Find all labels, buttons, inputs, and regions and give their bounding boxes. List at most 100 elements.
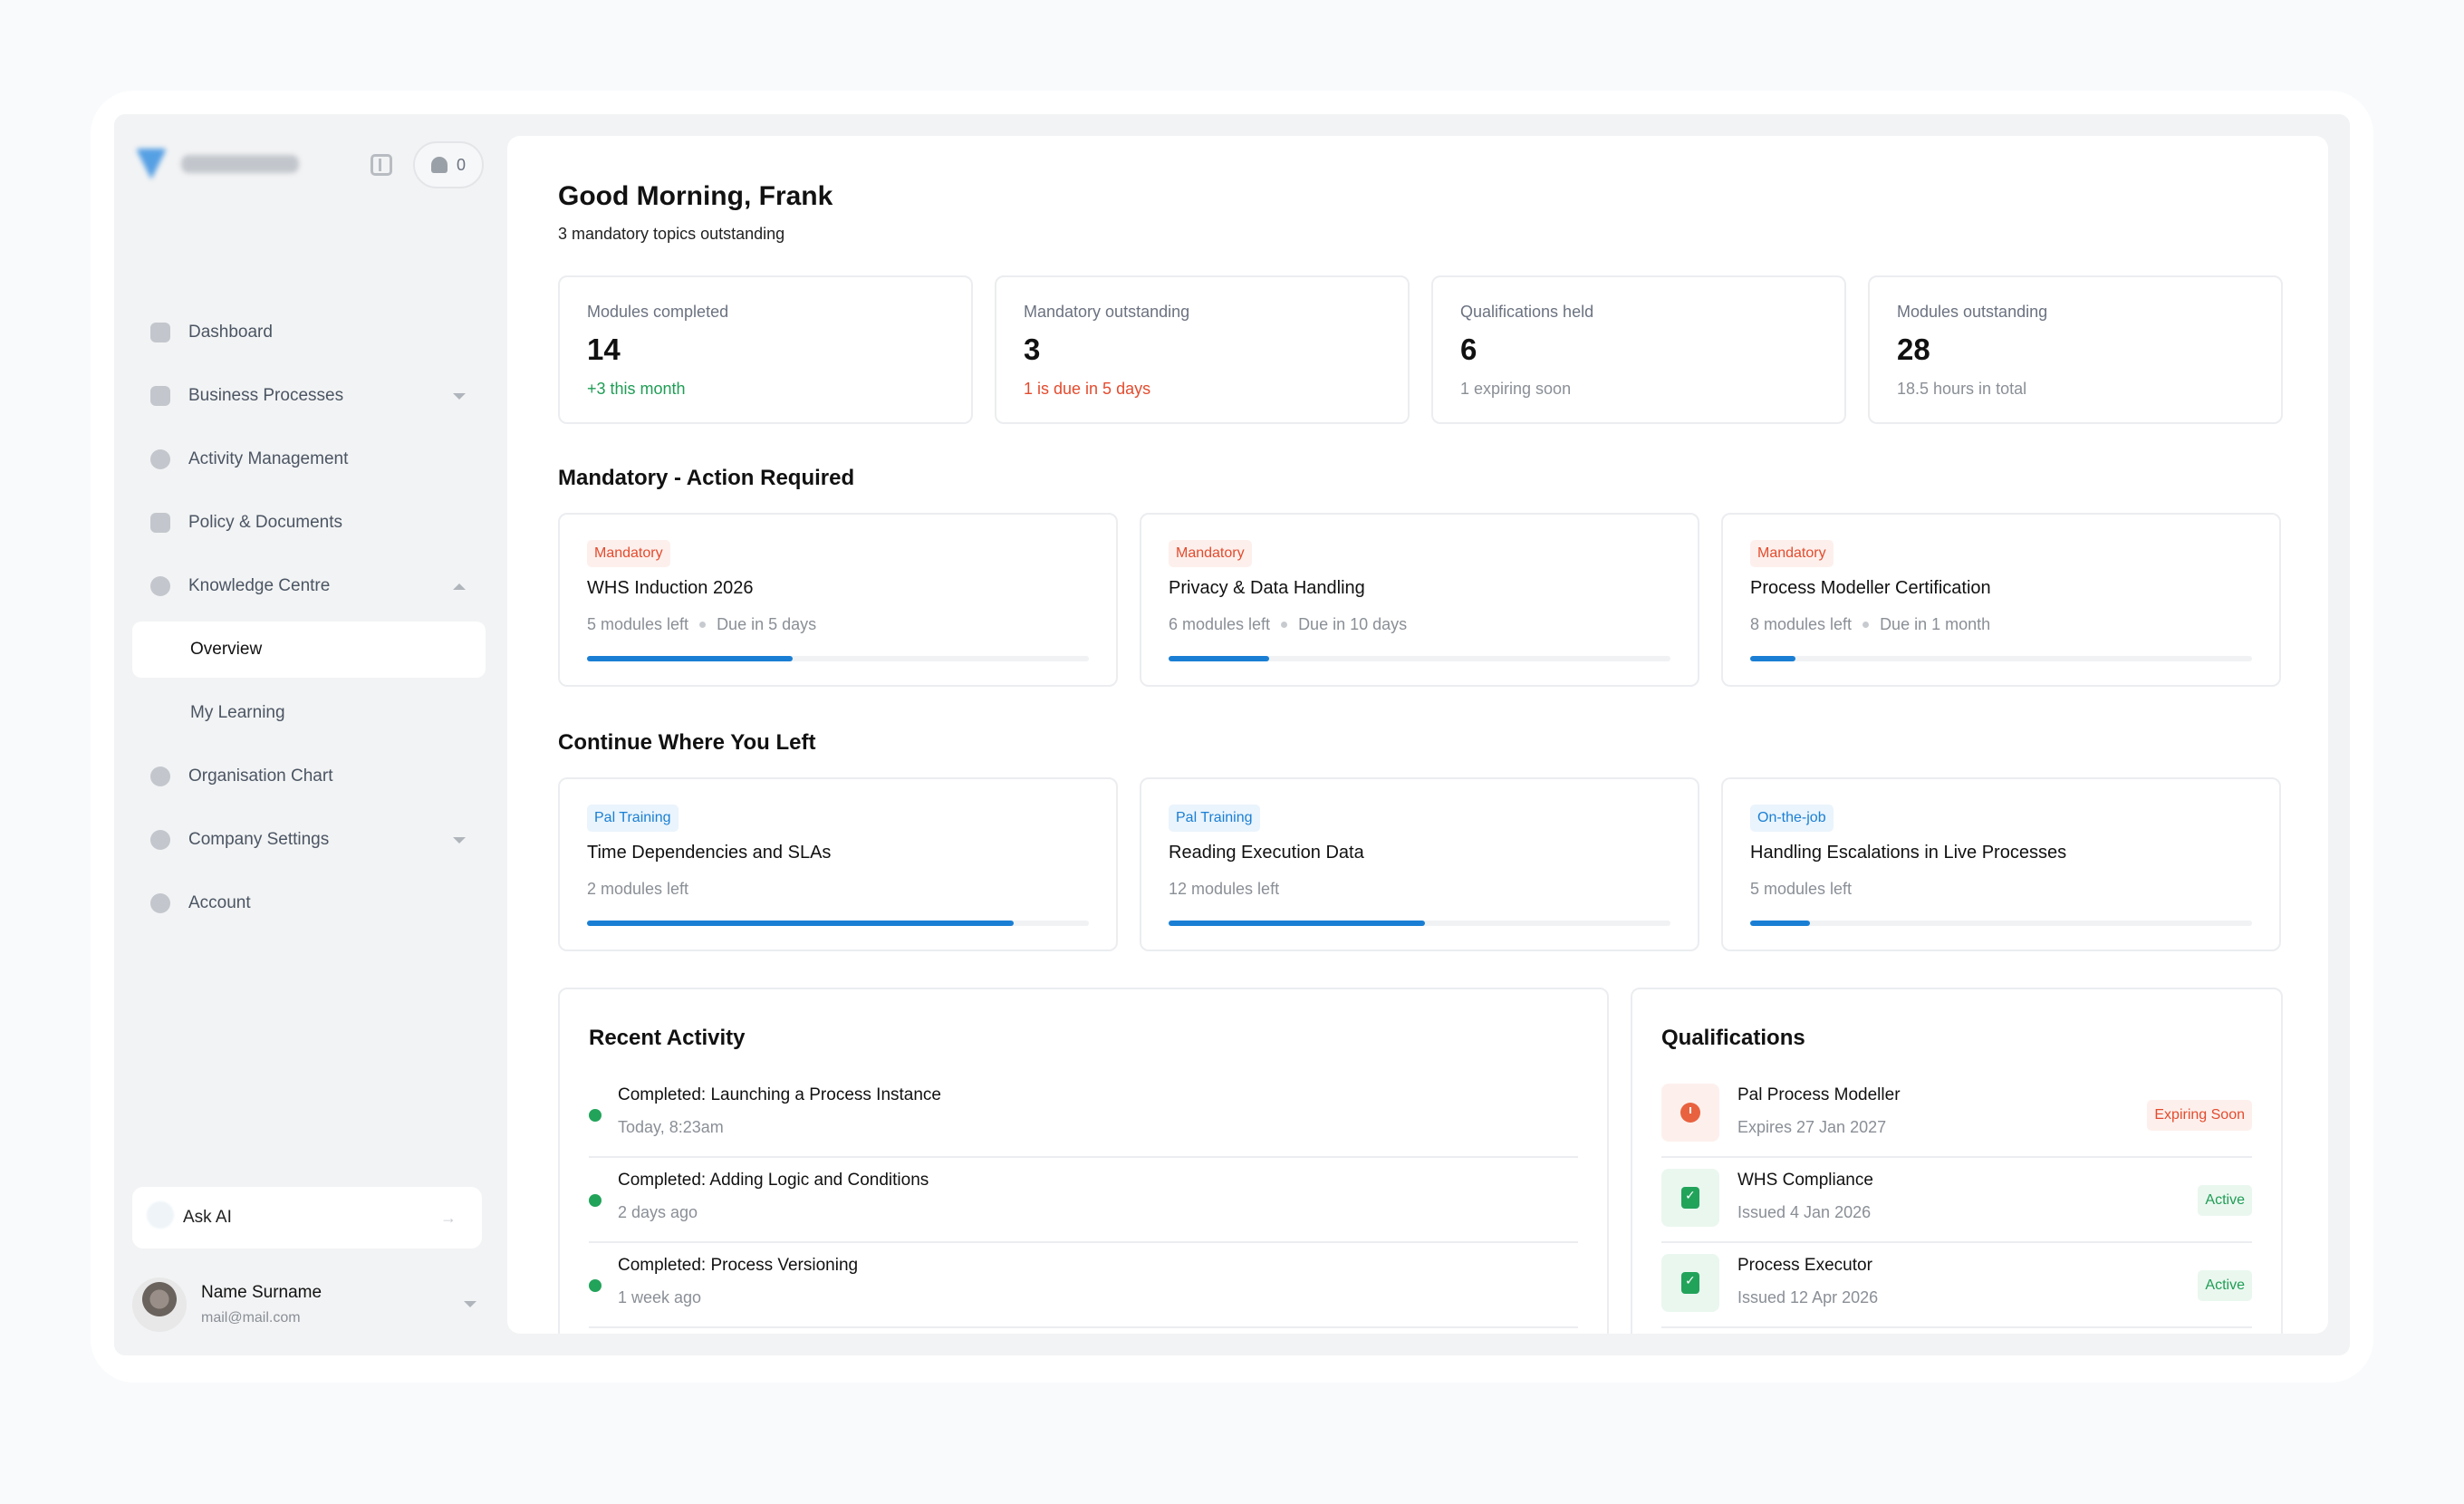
user-icon — [150, 893, 170, 913]
qualification-name: WHS Compliance — [1737, 1171, 1873, 1190]
continue-cards: Pal Training Time Dependencies and SLAs … — [558, 777, 2281, 951]
stat-note: 1 is due in 5 days — [1024, 380, 1151, 398]
activity-time: 1 week ago — [618, 1288, 702, 1306]
modules-left: 8 modules left — [1750, 615, 1853, 633]
arrow-right-icon: → — [440, 1209, 457, 1227]
progress-fill — [1750, 921, 1811, 926]
progress-bar — [1169, 656, 1670, 661]
course-card[interactable]: Mandatory Privacy & Data Handling 6 modu… — [1140, 513, 1699, 687]
course-title: Time Dependencies and SLAs — [587, 843, 832, 863]
ask-ai-button[interactable]: Ask AI → — [132, 1187, 482, 1249]
clipboard-check-icon — [1681, 1187, 1699, 1209]
list-item[interactable]: Completed: Adding Logic and Conditions 2… — [589, 1158, 1578, 1243]
sidebar-item-account[interactable]: Account — [132, 875, 486, 931]
progress-bar — [1750, 921, 2252, 926]
collapse-sidebar-icon[interactable] — [371, 154, 392, 176]
user-email: mail@mail.com — [201, 1310, 301, 1326]
activity-text: Completed: Process Versioning — [618, 1256, 859, 1275]
separator-dot — [1862, 622, 1870, 628]
progress-fill — [587, 656, 794, 661]
modules-left: 5 modules left — [1750, 880, 1853, 898]
sidebar-subitem-my-learning[interactable]: My Learning — [132, 685, 486, 741]
progress-fill — [587, 921, 1014, 926]
panel-title: Recent Activity — [589, 1026, 746, 1050]
logo-mark-icon — [136, 149, 167, 179]
notifications-button[interactable]: 0 — [413, 141, 484, 188]
list-item[interactable]: Pal Process Modeller Expires 27 Jan 2027… — [1661, 1073, 2252, 1158]
qualifications-panel: Qualifications Pal Process Modeller Expi… — [1631, 988, 2283, 1334]
status-badge: Active — [2198, 1185, 2252, 1216]
recent-activity-panel: Recent Activity Completed: Launching a P… — [558, 988, 1609, 1334]
gear-icon — [150, 830, 170, 850]
activity-text: Completed: Adding Logic and Conditions — [618, 1171, 929, 1190]
qualifications-list: Pal Process Modeller Expires 27 Jan 2027… — [1661, 1073, 2252, 1328]
chevron-down-icon — [464, 1301, 476, 1307]
section-title-mandatory: Mandatory - Action Required — [558, 466, 855, 490]
clipboard-check-icon — [1681, 1272, 1699, 1294]
course-type-tag: Pal Training — [587, 805, 679, 832]
course-card[interactable]: On-the-job Handling Escalations in Live … — [1721, 777, 2281, 951]
list-item[interactable]: Completed: Process Versioning 1 week ago — [589, 1243, 1578, 1328]
due-date: Due in 5 days — [717, 615, 817, 633]
sidebar-item-organisation-chart[interactable]: Organisation Chart — [132, 748, 486, 805]
chevron-up-icon — [453, 583, 466, 590]
modules-left: 12 modules left — [1169, 880, 1280, 898]
check-circle-icon — [150, 449, 170, 469]
list-item[interactable]: Completed: Launching a Process Instance … — [589, 1073, 1578, 1158]
stat-card-modules-outstanding: Modules outstanding 28 18.5 hours in tot… — [1868, 275, 2283, 424]
course-card[interactable]: Pal Training Reading Execution Data 12 m… — [1140, 777, 1699, 951]
chevron-down-icon — [453, 393, 466, 400]
stat-card-qualifications-held: Qualifications held 6 1 expiring soon — [1431, 275, 1846, 424]
avatar — [132, 1277, 187, 1332]
list-item[interactable]: WHS Compliance Issued 4 Jan 2026 Active — [1661, 1158, 2252, 1243]
course-meta: 2 modules left — [587, 880, 1089, 899]
activity-time: 2 days ago — [618, 1203, 698, 1221]
list-item[interactable]: Process Executor Issued 12 Apr 2026 Acti… — [1661, 1243, 2252, 1328]
progress-fill — [1169, 921, 1425, 926]
sidebar-item-policy-documents[interactable]: Policy & Documents — [132, 495, 486, 551]
company-logo[interactable] — [136, 149, 299, 179]
course-card[interactable]: Mandatory Process Modeller Certification… — [1721, 513, 2281, 687]
course-meta: 5 modules left — [1750, 880, 2252, 899]
due-date: Due in 10 days — [1298, 615, 1408, 633]
course-meta: 5 modules left Due in 5 days — [587, 615, 1089, 634]
course-card[interactable]: Pal Training Time Dependencies and SLAs … — [558, 777, 1118, 951]
logo-wordmark — [181, 155, 299, 173]
panel-title: Qualifications — [1661, 1026, 1805, 1050]
course-title: WHS Induction 2026 — [587, 578, 754, 598]
activity-list: Completed: Launching a Process Instance … — [589, 1073, 1578, 1328]
qualification-icon — [1661, 1084, 1719, 1142]
sidebar-subitem-overview[interactable]: Overview — [132, 622, 486, 678]
stat-value: 6 — [1460, 333, 1477, 366]
info-icon — [150, 576, 170, 596]
completed-dot-icon — [589, 1279, 602, 1292]
stat-label: Modules completed — [587, 303, 729, 321]
progress-bar — [587, 921, 1089, 926]
mandatory-tag: Mandatory — [587, 540, 670, 567]
course-title: Handling Escalations in Live Processes — [1750, 843, 2067, 863]
stat-card-modules-completed: Modules completed 14 +3 this month — [558, 275, 973, 424]
page-title: Good Morning, Frank — [558, 181, 833, 211]
stat-value: 28 — [1897, 333, 1930, 366]
mandatory-tag: Mandatory — [1750, 540, 1834, 567]
sidebar-item-label: My Learning — [190, 703, 285, 722]
sidebar-item-knowledge-centre[interactable]: Knowledge Centre — [132, 558, 486, 614]
sidebar-item-company-settings[interactable]: Company Settings — [132, 812, 486, 868]
user-menu[interactable]: Name Surname mail@mail.com — [132, 1274, 495, 1337]
qualification-date: Issued 4 Jan 2026 — [1737, 1203, 1872, 1221]
course-card[interactable]: Mandatory WHS Induction 2026 5 modules l… — [558, 513, 1118, 687]
main-content: Good Morning, Frank 3 mandatory topics o… — [507, 136, 2328, 1334]
bell-icon — [430, 157, 448, 173]
sidebar-item-label: Account — [188, 893, 251, 912]
sidebar-item-activity-management[interactable]: Activity Management — [132, 431, 486, 487]
sidebar-item-business-processes[interactable]: Business Processes — [132, 368, 486, 424]
progress-bar — [1169, 921, 1670, 926]
section-title-continue: Continue Where You Left — [558, 730, 816, 755]
status-badge: Active — [2198, 1270, 2252, 1301]
progress-bar — [1750, 656, 2252, 661]
stat-label: Mandatory outstanding — [1024, 303, 1190, 321]
sidebar-item-dashboard[interactable]: Dashboard — [132, 304, 486, 361]
stat-label: Qualifications held — [1460, 303, 1594, 321]
notifications-count: 0 — [456, 155, 466, 174]
sidebar-item-label: Business Processes — [188, 386, 344, 405]
